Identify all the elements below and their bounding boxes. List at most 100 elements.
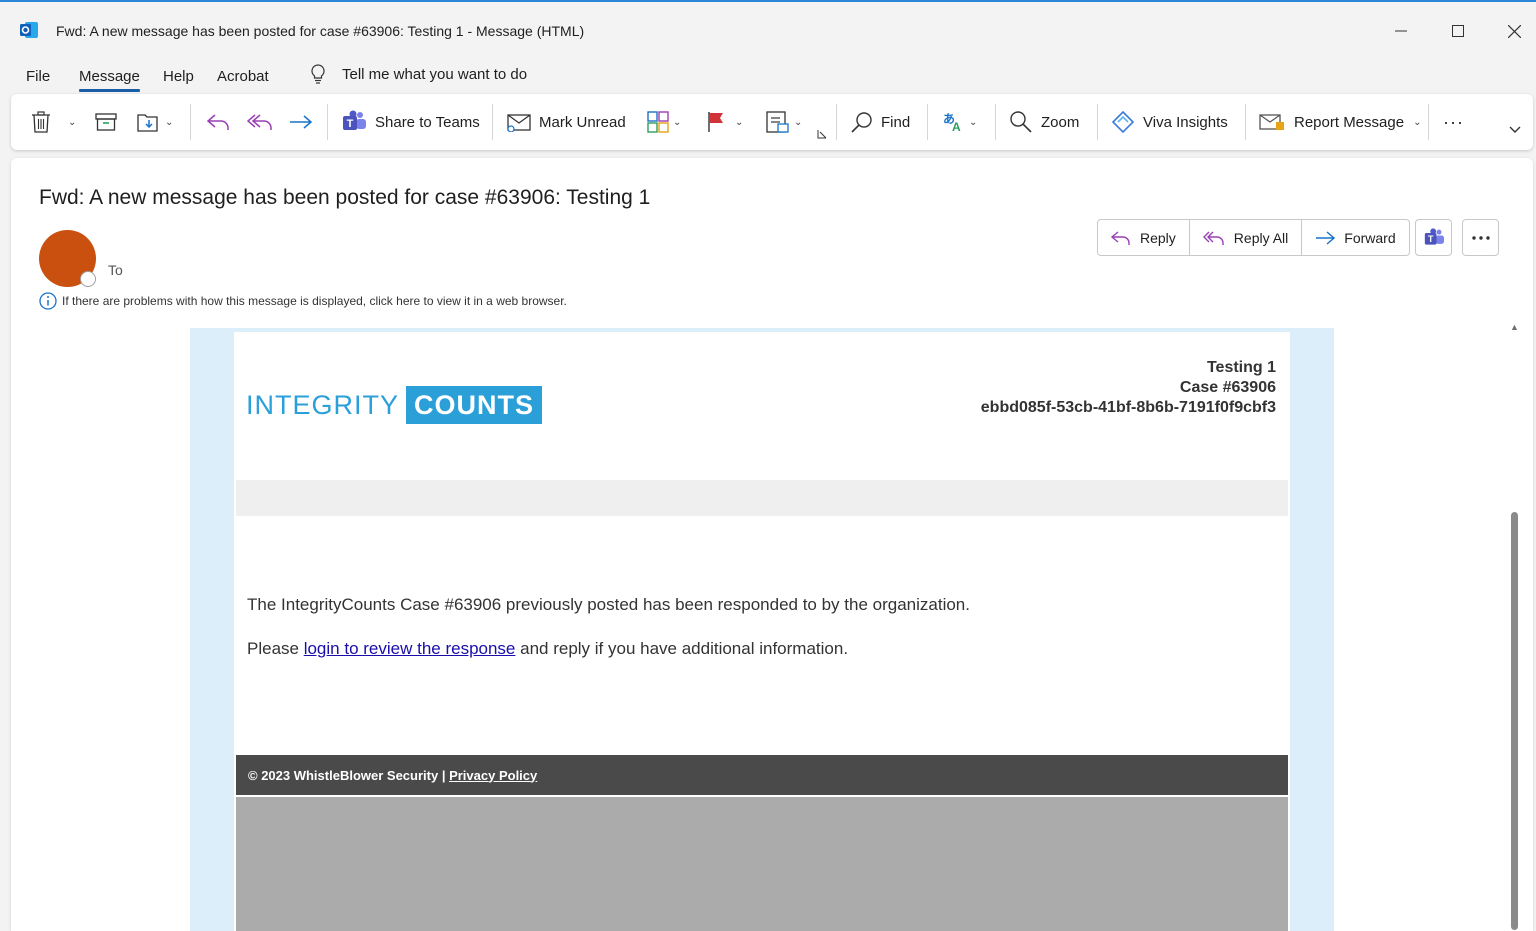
reply-button[interactable]: Reply	[1098, 220, 1190, 255]
report-message-icon	[1259, 114, 1284, 130]
forward-icon	[1316, 230, 1336, 245]
dialog-launcher[interactable]	[817, 124, 827, 144]
scroll-thumb[interactable]	[1511, 512, 1518, 930]
message-subject: Fwd: A new message has been posted for c…	[39, 186, 651, 209]
minimize-button[interactable]	[1378, 14, 1424, 48]
vertical-scrollbar[interactable]: ▲	[1507, 322, 1521, 930]
footer-separator: |	[438, 767, 450, 783]
share-to-teams-label: Share to Teams	[375, 113, 480, 131]
forward-label: Forward	[1344, 229, 1396, 246]
reply-all-label: Reply All	[1233, 229, 1289, 246]
chevron-down-icon: ⌄	[735, 116, 744, 128]
ribbon-separator	[1245, 104, 1246, 140]
tell-me-search[interactable]: Tell me what you want to do	[310, 64, 527, 84]
mark-unread-button[interactable]: Mark Unread	[507, 94, 626, 150]
reply-icon	[1111, 230, 1130, 245]
chevron-down-icon: ⌄	[68, 116, 77, 128]
title-bar: Fwd: A new message has been posted for c…	[0, 0, 1536, 60]
case-info: Testing 1 Case #63906 ebbd085f-53cb-41bf…	[981, 358, 1276, 418]
categorize-button[interactable]: ⌄	[647, 94, 681, 150]
info-icon	[39, 292, 57, 310]
close-icon	[1507, 24, 1521, 38]
message-pane: Fwd: A new message has been posted for c…	[11, 158, 1533, 931]
ribbon-separator	[190, 104, 191, 140]
info-bar[interactable]: If there are problems with how this mess…	[39, 292, 567, 310]
translate-icon: あ A	[943, 112, 961, 133]
rules-button[interactable]: ⌄	[766, 94, 802, 150]
viva-insights-label: Viva Insights	[1143, 113, 1228, 131]
report-message-label: Report Message	[1294, 113, 1405, 131]
reply-all-icon	[1202, 231, 1224, 245]
tell-me-label: Tell me what you want to do	[342, 65, 528, 83]
email-body: INTEGRITY COUNTS Testing 1 Case #63906 e…	[190, 328, 1334, 931]
ribbon-toolbar: ⌄ ⌄ T Share to Teams Mark Unread ⌄ ⌄ ⌄ F…	[11, 94, 1533, 150]
reply-icon	[206, 114, 229, 130]
presence-status-icon	[80, 271, 96, 287]
email-line-2: Please login to review the response and …	[247, 638, 970, 660]
login-review-link[interactable]: login to review the response	[304, 639, 516, 658]
ribbon-separator	[995, 104, 996, 140]
trash-icon	[32, 111, 50, 133]
find-button[interactable]: Find	[851, 94, 910, 150]
maximize-button[interactable]	[1435, 14, 1481, 48]
delete-dropdown[interactable]: ⌄	[68, 94, 76, 150]
scroll-up-arrow-icon[interactable]: ▲	[1510, 322, 1519, 332]
move-button[interactable]: ⌄	[137, 94, 173, 150]
footer-copyright: © 2023 WhistleBlower Security	[248, 767, 439, 783]
menu-bar: File Message Help Acrobat	[0, 60, 1536, 94]
ribbon-expand-button[interactable]	[1509, 102, 1521, 158]
header-divider-bar	[236, 480, 1288, 516]
more-icon	[1471, 235, 1490, 240]
privacy-policy-link[interactable]: Privacy Policy	[449, 768, 537, 783]
share-to-teams-button[interactable]: T Share to Teams	[341, 94, 480, 150]
archive-icon	[95, 113, 117, 131]
reply-button-ribbon[interactable]	[206, 94, 230, 150]
email-gray-block	[236, 797, 1288, 931]
chevron-down-icon: ⌄	[673, 116, 682, 128]
ribbon-separator	[1097, 104, 1098, 140]
archive-button[interactable]	[95, 94, 117, 150]
reply-all-button[interactable]: Reply All	[1190, 220, 1303, 255]
follow-up-button[interactable]: ⌄	[707, 94, 743, 150]
svg-text:A: A	[952, 120, 961, 133]
forward-button[interactable]: Forward	[1302, 220, 1408, 255]
more-commands-button[interactable]: ···	[1443, 94, 1464, 150]
zoom-button[interactable]: Zoom	[1009, 94, 1079, 150]
zoom-icon	[1010, 111, 1032, 133]
ribbon-separator	[1428, 104, 1429, 140]
find-label: Find	[881, 113, 911, 131]
close-button[interactable]	[1491, 14, 1536, 48]
categorize-icon	[647, 111, 669, 133]
tab-message[interactable]: Message	[79, 68, 140, 92]
case-title: Testing 1	[1206, 359, 1276, 376]
logo-text-integrity: INTEGRITY	[246, 389, 400, 420]
maximize-icon	[1452, 25, 1464, 37]
minimize-icon	[1395, 30, 1407, 32]
envelope-icon	[507, 114, 531, 132]
report-message-button[interactable]: Report Message ⌄	[1259, 94, 1421, 150]
flag-icon	[708, 112, 723, 132]
window-title: Fwd: A new message has been posted for c…	[56, 23, 585, 39]
ribbon-separator	[327, 104, 328, 140]
move-folder-icon	[137, 114, 158, 132]
viva-insights-button[interactable]: Viva Insights	[1111, 94, 1228, 150]
email-line-2-suffix: and reply if you have additional informa…	[515, 639, 849, 658]
tab-acrobat[interactable]: Acrobat	[217, 68, 269, 85]
reply-all-button-ribbon[interactable]	[247, 94, 273, 150]
integrity-counts-logo: INTEGRITY COUNTS	[246, 386, 543, 424]
forward-button-ribbon[interactable]	[289, 94, 313, 150]
svg-text:T: T	[347, 118, 354, 130]
logo-text-counts: COUNTS	[406, 386, 543, 424]
to-label: To	[108, 262, 123, 278]
translate-button[interactable]: あ A ⌄	[941, 94, 977, 150]
delete-button[interactable]	[31, 94, 51, 150]
tab-file[interactable]: File	[26, 68, 50, 85]
teams-chat-button[interactable]: T	[1415, 219, 1452, 256]
zoom-label: Zoom	[1041, 113, 1080, 131]
viva-insights-icon	[1111, 110, 1135, 134]
email-card: INTEGRITY COUNTS Testing 1 Case #63906 e…	[234, 332, 1290, 931]
tab-help[interactable]: Help	[163, 68, 194, 85]
chevron-down-icon: ⌄	[969, 116, 978, 128]
search-icon	[851, 112, 872, 133]
more-actions-button[interactable]	[1462, 219, 1499, 256]
